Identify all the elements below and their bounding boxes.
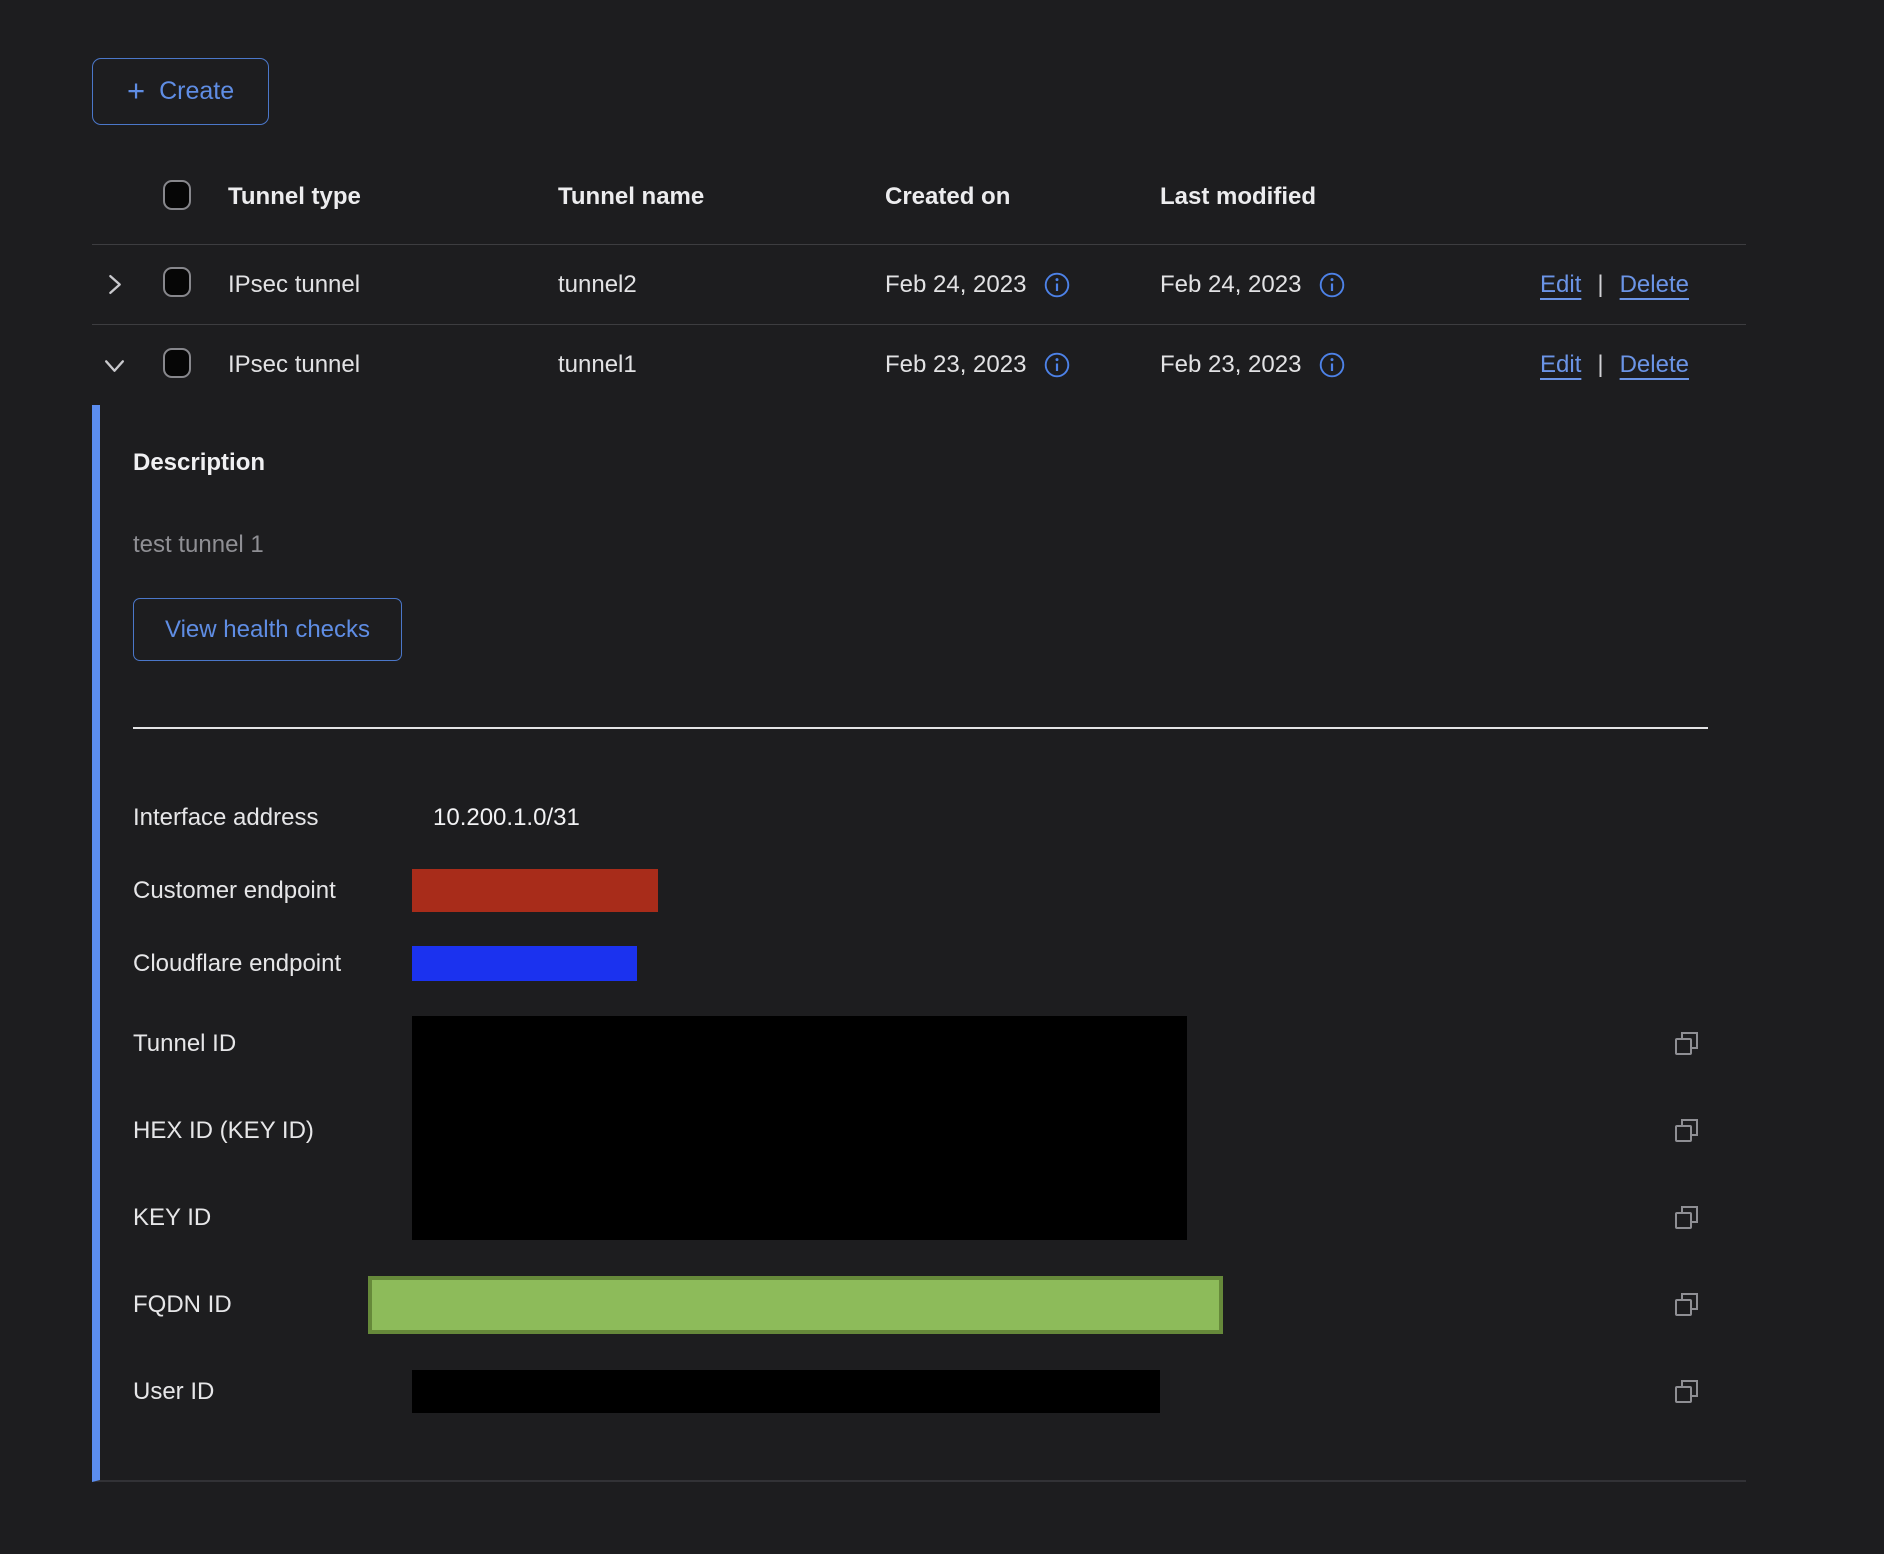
actions-separator: |: [1597, 351, 1603, 379]
redaction-block-blue: [412, 946, 637, 981]
last-modified-cell: Feb 23, 2023: [1160, 351, 1540, 379]
plus-icon: +: [127, 75, 145, 106]
copy-icon[interactable]: [1672, 1029, 1702, 1059]
created-on-value: Feb 23, 2023: [885, 351, 1026, 379]
info-icon[interactable]: [1044, 352, 1070, 378]
delete-link[interactable]: Delete: [1620, 271, 1689, 299]
copy-icon[interactable]: [1672, 1116, 1702, 1146]
edit-link[interactable]: Edit: [1540, 271, 1581, 299]
field-label: Tunnel ID: [133, 1030, 412, 1058]
description-value: test tunnel 1: [133, 530, 1746, 560]
view-health-checks-button[interactable]: View health checks: [133, 598, 402, 661]
column-header-created-on: Created on: [885, 183, 1160, 211]
actions-separator: |: [1597, 271, 1603, 299]
expanded-panel: Description test tunnel 1 View health ch…: [92, 405, 1746, 1482]
tunnel-detail-fields: Interface address 10.200.1.0/31 Customer…: [133, 781, 1708, 1435]
last-modified-cell: Feb 24, 2023: [1160, 271, 1540, 299]
tunnel-name-cell: tunnel2: [558, 271, 885, 299]
field-row-cloudflare-endpoint: Cloudflare endpoint: [133, 927, 1708, 1000]
description-label: Description: [133, 448, 1746, 478]
redaction-block-red: [412, 869, 658, 912]
row-checkbox-cell: [143, 348, 228, 383]
row-actions: Edit | Delete: [1540, 271, 1746, 299]
table-row: IPsec tunnel tunnel2 Feb 24, 2023 Feb 24…: [92, 245, 1746, 325]
create-button-label: Create: [159, 77, 234, 106]
created-on-value: Feb 24, 2023: [885, 271, 1026, 299]
last-modified-value: Feb 23, 2023: [1160, 351, 1301, 379]
field-label: HEX ID (KEY ID): [133, 1117, 412, 1145]
delete-link[interactable]: Delete: [1620, 351, 1689, 379]
last-modified-value: Feb 24, 2023: [1160, 271, 1301, 299]
row-checkbox[interactable]: [163, 348, 191, 378]
field-label: KEY ID: [133, 1204, 412, 1232]
info-icon[interactable]: [1319, 352, 1345, 378]
row-checkbox-cell: [143, 267, 228, 302]
copy-icon[interactable]: [1672, 1377, 1702, 1407]
tunnels-table: Tunnel type Tunnel name Created on Last …: [92, 150, 1746, 1482]
tunnel-type-cell: IPsec tunnel: [228, 271, 558, 299]
row-checkbox[interactable]: [163, 267, 191, 297]
redaction-block-green: [368, 1276, 1223, 1334]
copy-icon[interactable]: [1672, 1290, 1702, 1320]
field-label: Interface address: [133, 804, 412, 832]
collapse-chevron-down-icon[interactable]: [92, 354, 143, 377]
interface-address-value: 10.200.1.0/31: [412, 804, 580, 832]
column-header-tunnel-name: Tunnel name: [558, 183, 885, 211]
edit-link[interactable]: Edit: [1540, 351, 1581, 379]
redaction-block-black-span: [412, 1016, 1187, 1240]
field-row-customer-endpoint: Customer endpoint: [133, 854, 1708, 927]
field-label: Customer endpoint: [133, 877, 412, 905]
copy-icon[interactable]: [1672, 1203, 1702, 1233]
tunnel-name-cell: tunnel1: [558, 351, 885, 379]
field-row-fqdn-id: FQDN ID: [133, 1261, 1708, 1348]
select-all-checkbox[interactable]: [163, 180, 191, 210]
info-icon[interactable]: [1319, 272, 1345, 298]
expand-chevron-right-icon[interactable]: [92, 273, 143, 296]
field-label: User ID: [133, 1378, 412, 1406]
column-header-last-modified: Last modified: [1160, 183, 1540, 211]
field-row-user-id: User ID: [133, 1348, 1708, 1435]
created-on-cell: Feb 23, 2023: [885, 351, 1160, 379]
row-actions: Edit | Delete: [1540, 351, 1746, 379]
table-header-row: Tunnel type Tunnel name Created on Last …: [92, 150, 1746, 245]
created-on-cell: Feb 24, 2023: [885, 271, 1160, 299]
tunnel-type-cell: IPsec tunnel: [228, 351, 558, 379]
info-icon[interactable]: [1044, 272, 1070, 298]
field-label: Cloudflare endpoint: [133, 950, 412, 978]
create-button[interactable]: + Create: [92, 58, 269, 125]
select-all-cell: [143, 180, 228, 215]
column-header-tunnel-type: Tunnel type: [228, 183, 558, 211]
table-row: IPsec tunnel tunnel1 Feb 23, 2023 Feb 23…: [92, 325, 1746, 405]
redaction-block-black: [412, 1370, 1160, 1413]
field-row-interface-address: Interface address 10.200.1.0/31: [133, 781, 1708, 854]
tunnels-page: + Create Tunnel type Tunnel name Created…: [0, 0, 1884, 1554]
section-divider: [133, 727, 1708, 729]
